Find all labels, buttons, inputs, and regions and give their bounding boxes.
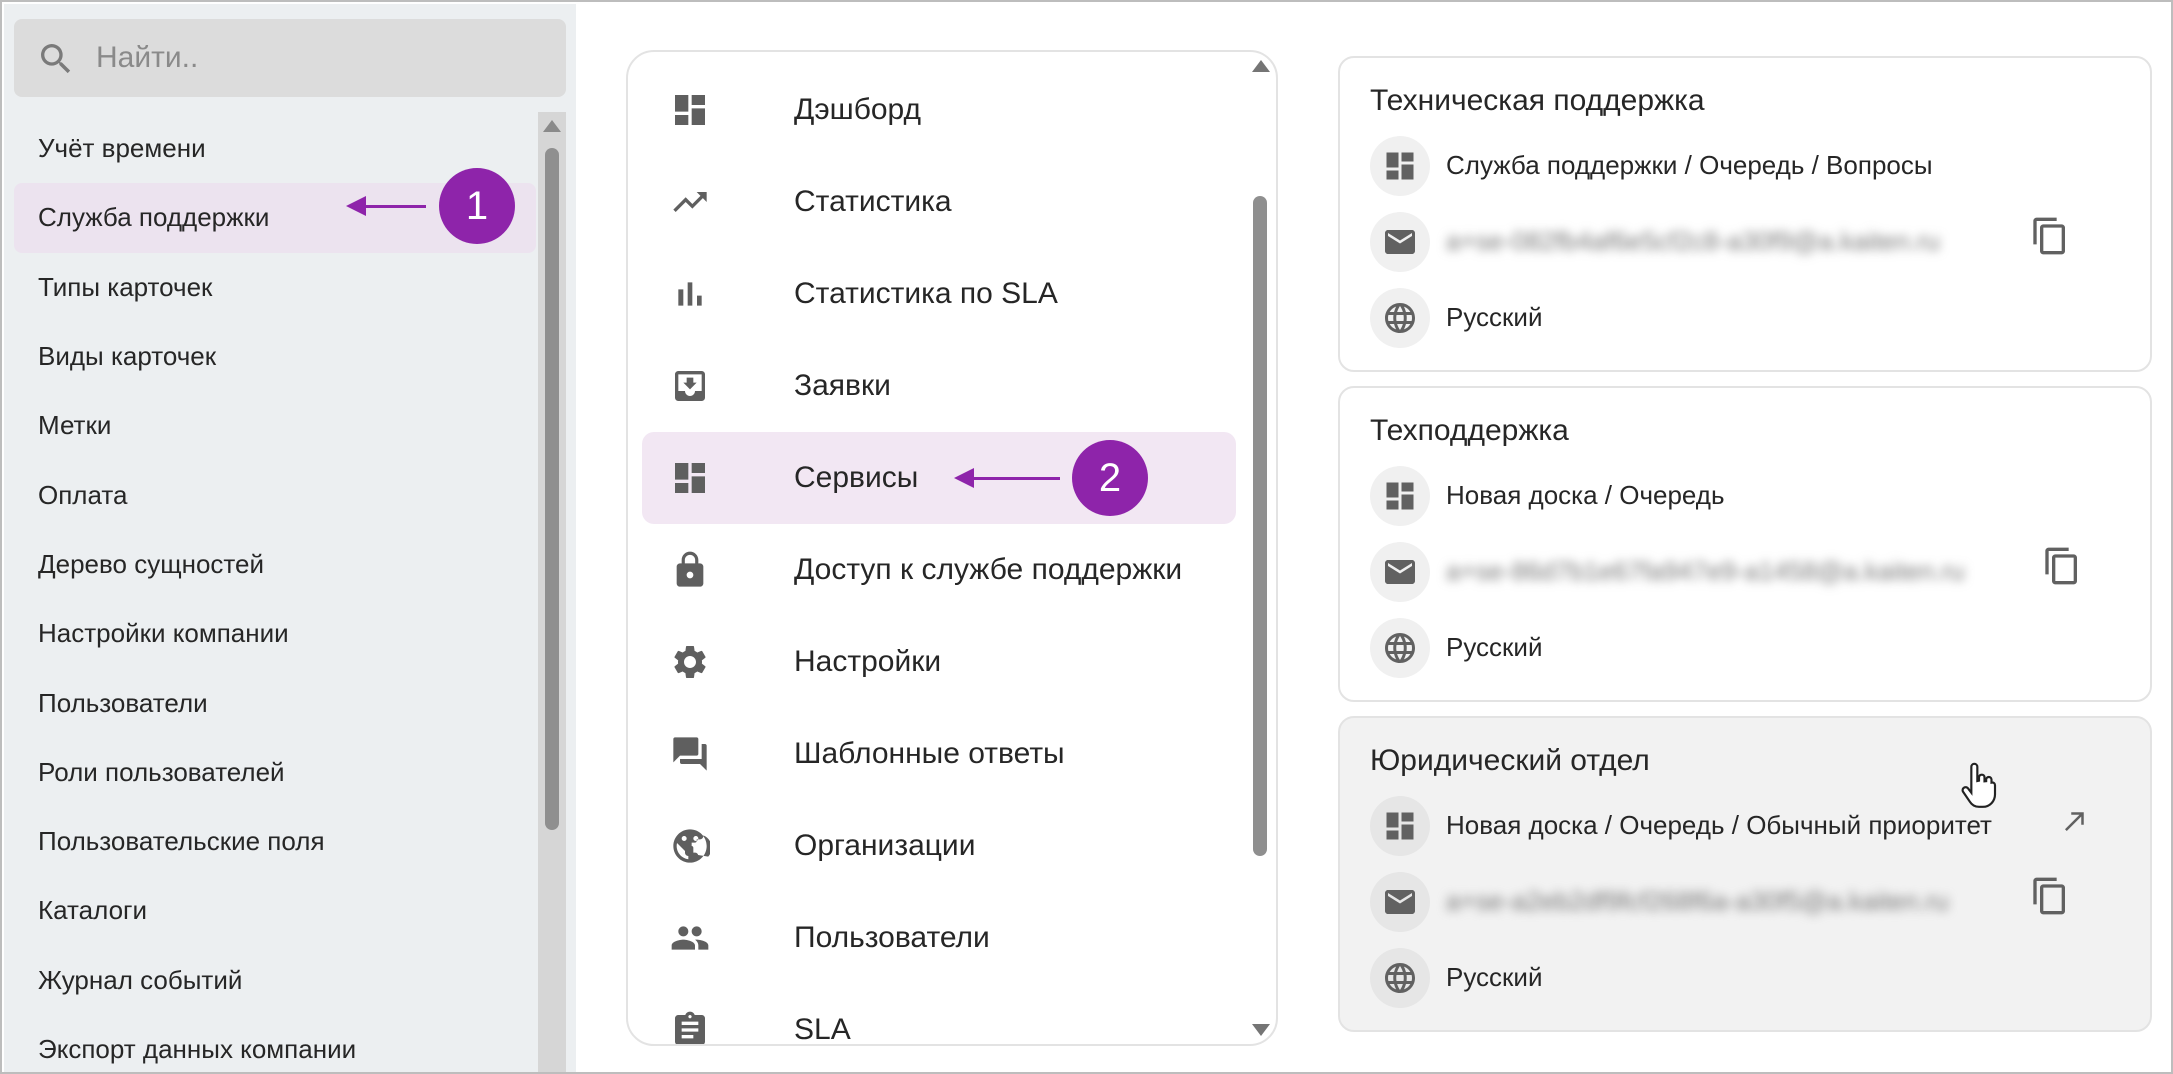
sidebar-nav: Учёт времени Служба поддержки Типы карто… (14, 114, 536, 1072)
service-card[interactable]: Техническая поддержка Служба поддержки /… (1338, 56, 2152, 372)
app-window: Найти.. Учёт времени Служба поддержки Ти… (0, 0, 2173, 1074)
scroll-down-icon[interactable] (1252, 1024, 1270, 1036)
sidebar-item-custom-fields[interactable]: Пользовательские поля (14, 807, 536, 876)
scrollbar-thumb[interactable] (545, 148, 559, 830)
service-language-row: Русский (1370, 948, 2130, 1008)
globe-icon (1385, 303, 1415, 333)
sidebar-item-data-export[interactable]: Экспорт данных компании (14, 1015, 536, 1072)
copy-icon[interactable] (2030, 876, 2070, 916)
email-icon-wrap (1370, 212, 1430, 272)
dashboard-icon (1386, 812, 1414, 840)
service-email: a+se-86d7b1e67fa947e9-a1458@a.kaiten.ru (1446, 556, 1965, 586)
people-icon (671, 926, 709, 950)
sidebar-item-catalogs[interactable]: Каталоги (14, 876, 536, 945)
globe-icon (1385, 963, 1415, 993)
search-placeholder: Найти.. (96, 41, 199, 74)
sidebar-item-users[interactable]: Пользователи (14, 668, 536, 737)
service-email-row: a+se-a2eb2df9fcf268f6a-a30f5@a.kaiten.ru (1370, 872, 2130, 932)
service-board-row: Служба поддержки / Очередь / Вопросы (1370, 136, 2130, 196)
sidebar-item-entity-tree[interactable]: Дерево сущностей (14, 530, 536, 599)
copy-icon[interactable] (2030, 216, 2070, 256)
sidebar-item-payment[interactable]: Оплата (14, 460, 536, 529)
service-card[interactable]: Техподдержка Новая доска / Очередь a+se-… (1338, 386, 2152, 702)
board-icon-wrap (1370, 466, 1430, 526)
service-language: Русский (1446, 632, 1543, 662)
menu-item-sla-statistics[interactable]: Статистика по SLA (642, 248, 1236, 340)
service-title: Юридический отдел (1370, 744, 1650, 777)
mail-icon (1385, 230, 1415, 254)
menu-item-organizations[interactable]: Организации (642, 800, 1236, 892)
language-icon-wrap (1370, 948, 1430, 1008)
inbox-icon (675, 371, 705, 401)
dashboard-icon (1386, 482, 1414, 510)
service-language-row: Русский (1370, 288, 2130, 348)
gear-icon (674, 646, 706, 678)
trending-up-icon (673, 192, 707, 212)
service-email-row: a+se-86d7b1e67fa947e9-a1458@a.kaiten.ru (1370, 542, 2130, 602)
service-board-path: Служба поддержки / Очередь / Вопросы (1446, 150, 1933, 180)
mail-icon (1385, 560, 1415, 584)
menu-item-template-answers[interactable]: Шаблонные ответы (642, 708, 1236, 800)
service-title: Техподдержка (1370, 414, 1569, 447)
board-icon-wrap (1370, 796, 1430, 856)
menu-item-service-desk-access[interactable]: Доступ к службе поддержки (642, 524, 1236, 616)
settings-sidebar: Найти.. Учёт времени Служба поддержки Ти… (4, 4, 576, 1072)
callout-badge-2: 2 (1072, 440, 1148, 516)
email-icon-wrap (1370, 872, 1430, 932)
copy-icon[interactable] (2042, 546, 2082, 586)
sidebar-item-company-settings[interactable]: Настройки компании (14, 599, 536, 668)
menu-scrollbar[interactable] (1246, 52, 1274, 1042)
bar-chart-icon (678, 282, 702, 306)
callout-arrow-1 (346, 196, 426, 216)
open-external-icon[interactable] (2060, 806, 2090, 836)
sidebar-item-user-roles[interactable]: Роли пользователей (14, 738, 536, 807)
board-icon-wrap (1370, 136, 1430, 196)
scrollbar-thumb[interactable] (1253, 196, 1267, 856)
scroll-up-icon[interactable] (1252, 60, 1270, 72)
sidebar-item-tags[interactable]: Метки (14, 391, 536, 460)
service-email: a+se-a2eb2df9fcf268f6a-a30f5@a.kaiten.ru (1446, 886, 1949, 916)
dashboard-icon (675, 463, 705, 493)
dashboard-icon (675, 95, 705, 125)
search-icon (41, 44, 71, 74)
email-icon-wrap (1370, 542, 1430, 602)
menu-item-sla[interactable]: SLA (642, 984, 1236, 1044)
callout-arrow-2 (954, 468, 1060, 488)
language-icon-wrap (1370, 288, 1430, 348)
service-title: Техническая поддержка (1370, 84, 1705, 117)
clipboard-icon (675, 1011, 705, 1044)
scroll-up-icon[interactable] (543, 120, 561, 132)
callout-badge-1: 1 (439, 168, 515, 244)
sidebar-item-card-kinds[interactable]: Виды карточек (14, 322, 536, 391)
organization-icon (673, 829, 710, 863)
language-icon-wrap (1370, 618, 1430, 678)
search-field[interactable]: Найти.. (14, 19, 566, 97)
service-language: Русский (1446, 302, 1543, 332)
service-language: Русский (1446, 962, 1543, 992)
service-card[interactable]: Юридический отдел Новая доска / Очередь … (1338, 716, 2152, 1032)
hand-cursor-icon (1961, 762, 1997, 808)
menu-item-dashboard[interactable]: Дэшборд (642, 64, 1236, 156)
service-board-row: Новая доска / Очередь (1370, 466, 2130, 526)
mail-icon (1385, 890, 1415, 914)
menu-item-users[interactable]: Пользователи (642, 892, 1236, 984)
sidebar-item-card-types[interactable]: Типы карточек (14, 253, 536, 322)
service-board-row[interactable]: Новая доска / Очередь / Обычный приорите… (1370, 796, 2130, 856)
forum-icon (673, 737, 707, 771)
service-email-row: a+se-082fb4af6e5cf2c8-a30f9@a.kaiten.ru (1370, 212, 2130, 272)
menu-item-requests[interactable]: Заявки (642, 340, 1236, 432)
lock-icon (676, 551, 704, 587)
globe-icon (1385, 633, 1415, 663)
menu-item-statistics[interactable]: Статистика (642, 156, 1236, 248)
service-language-row: Русский (1370, 618, 2130, 678)
service-desk-menu: Дэшборд Статистика Статистика по SLA Зая… (626, 50, 1278, 1046)
sidebar-item-event-log[interactable]: Журнал событий (14, 946, 536, 1015)
dashboard-icon (1386, 152, 1414, 180)
sidebar-scrollbar[interactable] (538, 112, 566, 1072)
service-email: a+se-082fb4af6e5cf2c8-a30f9@a.kaiten.ru (1446, 226, 1941, 256)
menu-item-settings[interactable]: Настройки (642, 616, 1236, 708)
service-board-path: Новая доска / Очередь (1446, 480, 1725, 510)
service-board-path[interactable]: Новая доска / Очередь / Обычный приорите… (1446, 810, 1992, 841)
